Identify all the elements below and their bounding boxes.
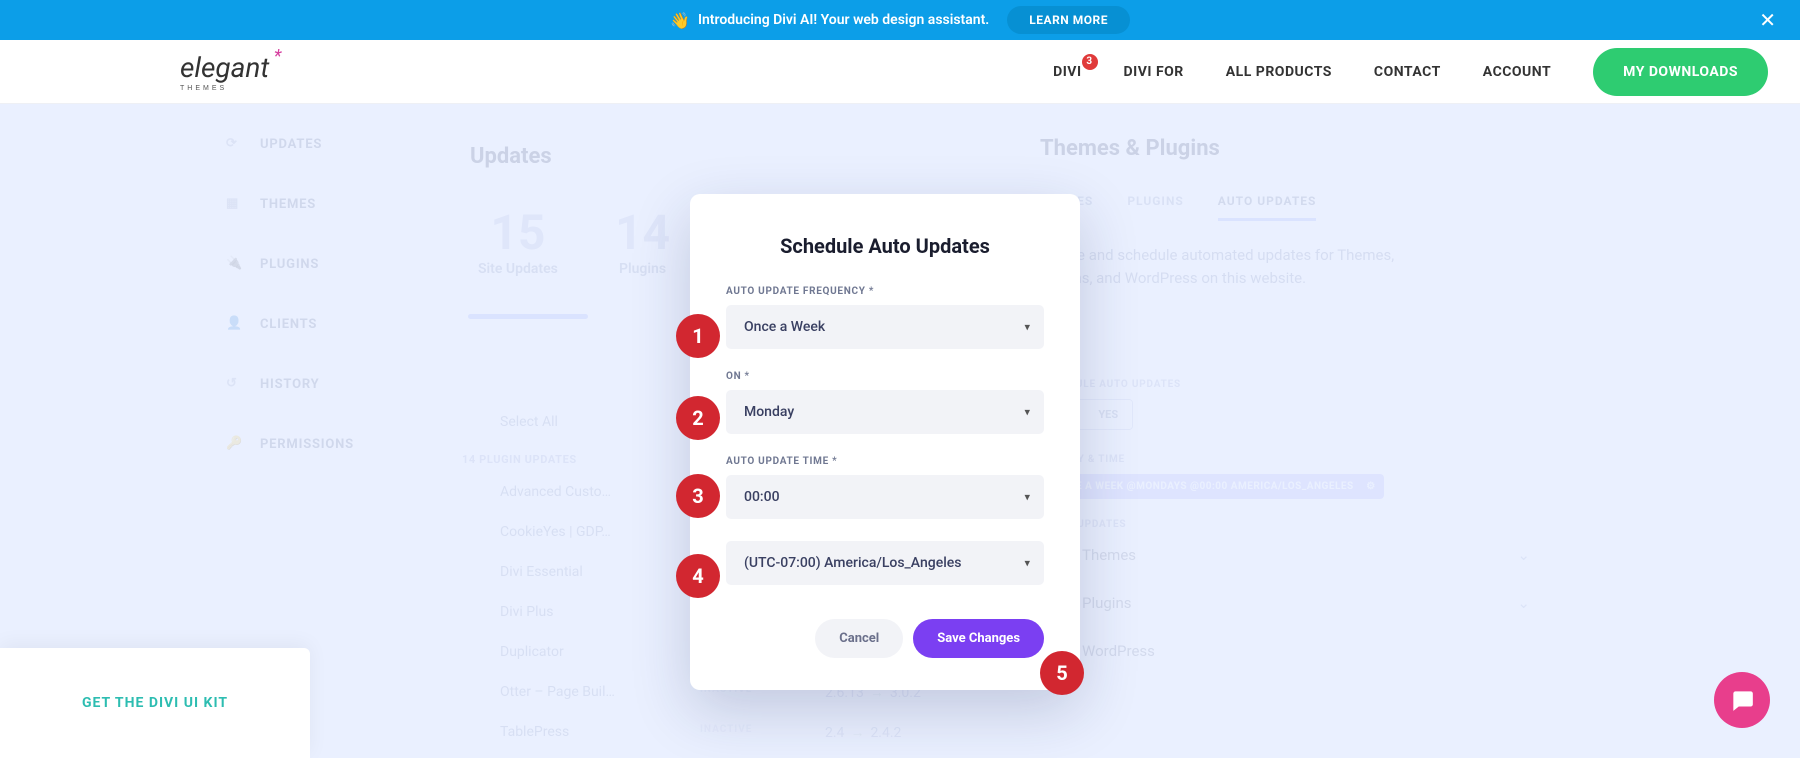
chat-button[interactable] xyxy=(1714,672,1770,728)
timezone-value: (UTC-07:00) America/Los_Angeles xyxy=(726,541,1044,585)
announcement-banner: 👋 Introducing Divi AI! Your web design a… xyxy=(0,0,1800,40)
cta-label: GET THE DIVI UI KIT xyxy=(82,695,228,711)
day-value: Monday xyxy=(726,390,1044,434)
callout-5: 5 xyxy=(1040,651,1084,695)
banner-message: Introducing Divi AI! Your web design ass… xyxy=(698,12,989,28)
chevron-down-icon: ▾ xyxy=(1024,557,1030,570)
nav-divi-for[interactable]: DIVI FOR xyxy=(1124,64,1184,80)
close-icon[interactable]: ✕ xyxy=(1759,8,1776,32)
callout-1: 1 xyxy=(676,314,720,358)
logo-text: elegant xyxy=(180,51,269,84)
save-changes-button[interactable]: Save Changes xyxy=(913,619,1044,658)
chevron-down-icon: ▾ xyxy=(1024,406,1030,419)
day-select[interactable]: Monday ▾ xyxy=(726,390,1044,434)
cta-divi-ui-kit[interactable]: GET THE DIVI UI KIT xyxy=(0,648,310,758)
timezone-select[interactable]: (UTC-07:00) America/Los_Angeles ▾ xyxy=(726,541,1044,585)
callout-4: 4 xyxy=(676,554,720,598)
brand-logo[interactable]: elegant* themes xyxy=(180,51,269,92)
nav-divi[interactable]: DIVI xyxy=(1053,64,1081,80)
my-downloads-button[interactable]: MY DOWNLOADS xyxy=(1593,48,1768,96)
schedule-modal: Schedule Auto Updates AUTO UPDATE FREQUE… xyxy=(690,194,1080,690)
frequency-label: AUTO UPDATE FREQUENCY * xyxy=(726,286,1044,297)
modal-title: Schedule Auto Updates xyxy=(726,234,1044,258)
nav-all-products[interactable]: ALL PRODUCTS xyxy=(1226,64,1332,80)
wave-emoji-icon: 👋 xyxy=(670,11,690,30)
logo-subtext: themes xyxy=(180,85,269,92)
callout-2: 2 xyxy=(676,396,720,440)
star-icon: * xyxy=(274,46,282,67)
chevron-down-icon: ▾ xyxy=(1024,321,1030,334)
callout-3: 3 xyxy=(676,474,720,518)
nav-links: DIVI DIVI FOR ALL PRODUCTS CONTACT ACCOU… xyxy=(1053,48,1768,96)
nav-account[interactable]: ACCOUNT xyxy=(1483,64,1551,80)
time-value: 00:00 xyxy=(726,475,1044,519)
frequency-value: Once a Week xyxy=(726,305,1044,349)
time-label: AUTO UPDATE TIME * xyxy=(726,456,1044,467)
chat-icon xyxy=(1729,687,1755,713)
frequency-select[interactable]: Once a Week ▾ xyxy=(726,305,1044,349)
main-nav: elegant* themes DIVI DIVI FOR ALL PRODUC… xyxy=(0,40,1800,104)
on-label: ON * xyxy=(726,371,1044,382)
modal-actions: Cancel Save Changes xyxy=(726,619,1044,658)
nav-contact[interactable]: CONTACT xyxy=(1374,64,1441,80)
time-select[interactable]: 00:00 ▾ xyxy=(726,475,1044,519)
learn-more-button[interactable]: LEARN MORE xyxy=(1007,6,1130,34)
chevron-down-icon: ▾ xyxy=(1024,491,1030,504)
cancel-button[interactable]: Cancel xyxy=(815,619,903,658)
